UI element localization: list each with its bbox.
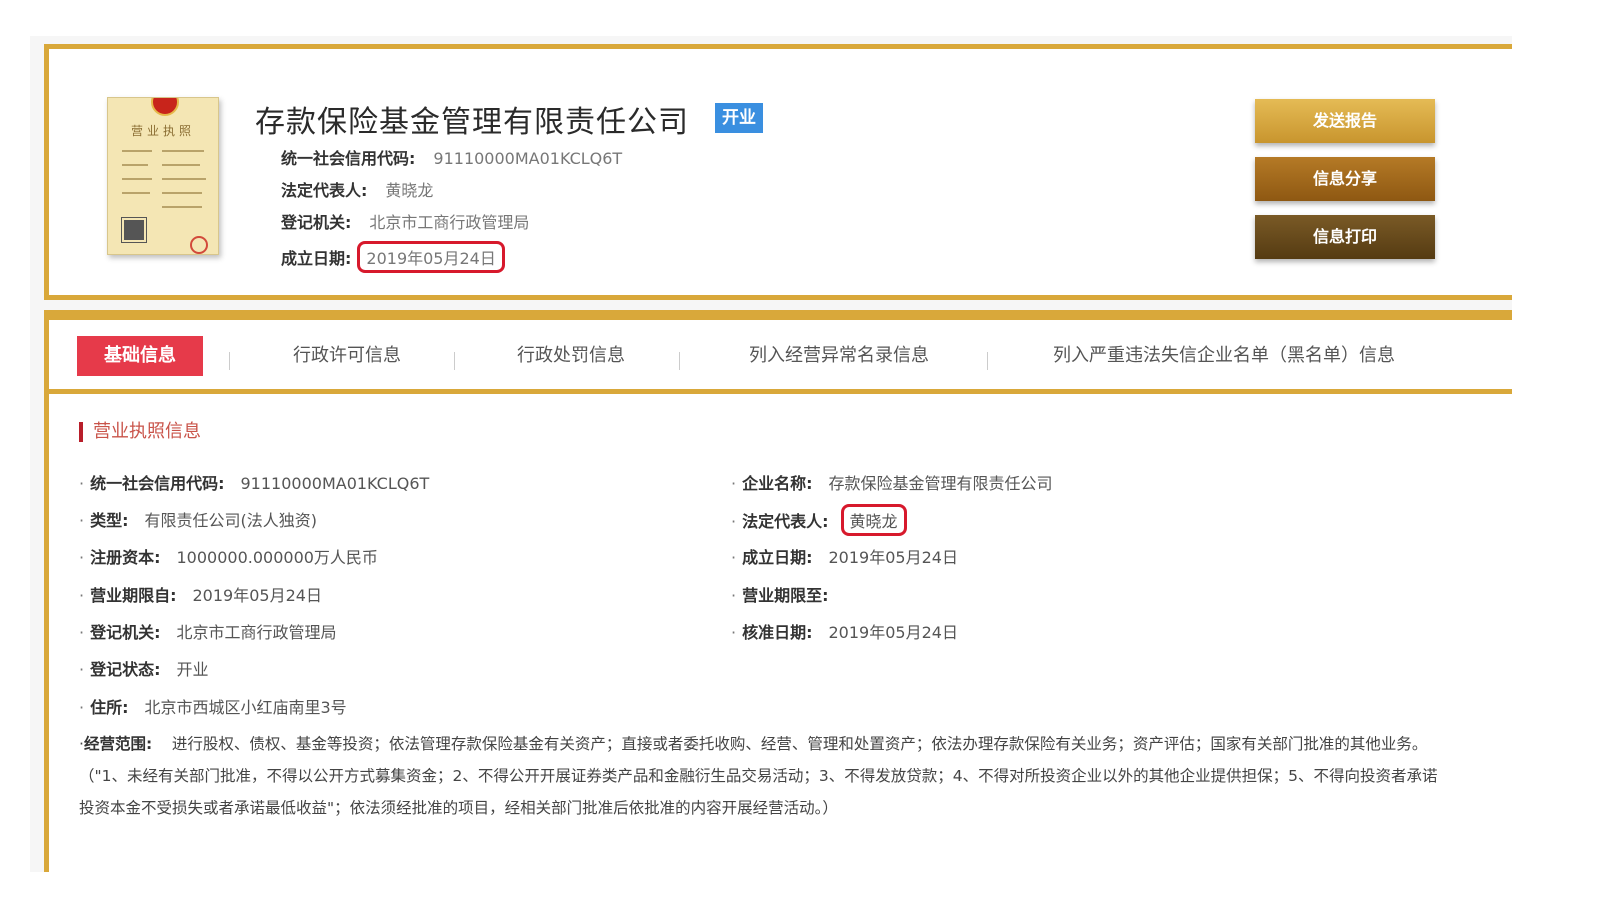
- summary-value: 北京市工商行政管理局: [369, 213, 530, 232]
- field-value: 北京市工商行政管理局: [176, 623, 337, 642]
- field-label: 营业期限至:: [742, 586, 829, 605]
- license-line: [162, 192, 202, 194]
- summary-registration-authority: 登记机关: 北京市工商行政管理局: [281, 209, 529, 233]
- tab-separator: [987, 352, 988, 370]
- summary-value: 91110000MA01KCLQ6T: [433, 149, 623, 168]
- bullet-icon: ·: [731, 586, 737, 605]
- summary-label: 成立日期:: [281, 249, 352, 268]
- field-label: 法定代表人:: [742, 512, 829, 531]
- field-credit-code: · 统一社会信用代码: 91110000MA01KCLQ6T: [79, 470, 429, 494]
- field-founding-date: · 成立日期: 2019年05月24日: [731, 544, 958, 568]
- bullet-icon: ·: [731, 474, 737, 493]
- field-term-from: · 营业期限自: 2019年05月24日: [79, 582, 322, 606]
- field-registration-status: · 登记状态: 开业: [79, 656, 209, 680]
- field-label: 经营范围:: [83, 735, 153, 753]
- field-label: 注册资本:: [90, 548, 161, 567]
- summary-label: 登记机关:: [281, 213, 352, 232]
- section-title: 营业执照信息: [79, 422, 201, 442]
- bullet-icon: ·: [731, 548, 737, 567]
- share-info-button[interactable]: 信息分享: [1255, 157, 1435, 201]
- tab-separator: [679, 352, 680, 370]
- field-label: 登记机关:: [90, 623, 161, 642]
- company-name: 存款保险基金管理有限责任公司: [255, 105, 689, 140]
- bullet-icon: ·: [731, 512, 737, 531]
- tab-abnormal-operation[interactable]: 列入经营异常名录信息: [709, 336, 969, 376]
- license-line: [162, 164, 200, 166]
- bullet-icon: ·: [79, 548, 85, 567]
- field-value: 进行股权、债权、基金等投资；依法管理存款保险基金有关资产；直接或者委托收购、经营…: [79, 735, 1438, 817]
- summary-label: 统一社会信用代码:: [281, 149, 416, 168]
- field-label: 成立日期:: [742, 548, 813, 567]
- field-term-to: · 营业期限至:: [731, 582, 845, 606]
- qr-code-icon: [121, 217, 147, 243]
- summary-legal-rep: 法定代表人: 黄晓龙: [281, 177, 433, 201]
- license-line: [162, 150, 204, 152]
- license-line: [122, 178, 152, 180]
- bullet-icon: ·: [79, 586, 85, 605]
- tab-separator: [454, 352, 455, 370]
- print-info-button[interactable]: 信息打印: [1255, 215, 1435, 259]
- field-label: 统一社会信用代码:: [90, 474, 225, 493]
- tab-basic-info[interactable]: 基础信息: [77, 336, 203, 376]
- summary-value-highlighted: 2019年05月24日: [357, 241, 505, 273]
- field-value: 2019年05月24日: [828, 623, 958, 642]
- field-label: 核准日期:: [742, 623, 813, 642]
- field-value: 2019年05月24日: [828, 548, 958, 567]
- tab-admin-license[interactable]: 行政许可信息: [255, 336, 439, 376]
- summary-credit-code: 统一社会信用代码: 91110000MA01KCLQ6T: [281, 145, 622, 169]
- field-value: 存款保险基金管理有限责任公司: [828, 474, 1053, 493]
- field-label: 企业名称:: [742, 474, 813, 493]
- summary-label: 法定代表人:: [281, 181, 368, 200]
- send-report-button[interactable]: 发送报告: [1255, 99, 1435, 143]
- field-address: · 住所: 北京市西城区小红庙南里3号: [79, 694, 347, 718]
- license-line: [122, 164, 148, 166]
- license-title: 营业执照: [130, 124, 195, 138]
- license-line: [122, 150, 152, 152]
- field-value: 2019年05月24日: [192, 586, 322, 605]
- bullet-icon: ·: [79, 698, 85, 717]
- tab-blacklist[interactable]: 列入严重违法失信企业名单（黑名单）信息: [1009, 336, 1439, 376]
- field-type: · 类型: 有限责任公司(法人独资): [79, 507, 317, 531]
- field-value: 91110000MA01KCLQ6T: [240, 474, 430, 493]
- field-registered-capital: · 注册资本: 1000000.000000万人民币: [79, 544, 378, 568]
- field-value: 1000000.000000万人民币: [176, 548, 378, 567]
- bullet-icon: ·: [79, 660, 85, 679]
- field-value: 开业: [176, 660, 209, 679]
- page: 营业执照 存款保险基金管理有限责任公司 开业 统一社会信用代码: 91110000…: [0, 0, 1599, 919]
- field-approval-date: · 核准日期: 2019年05月24日: [731, 619, 958, 643]
- tab-admin-penalty[interactable]: 行政处罚信息: [479, 336, 663, 376]
- business-license-image[interactable]: 营业执照: [107, 97, 219, 255]
- license-line: [162, 178, 206, 180]
- status-badge: 开业: [715, 103, 763, 133]
- field-value-highlighted: 黄晓龙: [840, 504, 907, 536]
- field-label: 类型:: [90, 511, 129, 530]
- field-value: 北京市西城区小红庙南里3号: [144, 698, 347, 717]
- field-registration-authority: · 登记机关: 北京市工商行政管理局: [79, 619, 337, 643]
- field-business-scope: ·经营范围: 进行股权、债权、基金等投资；依法管理存款保险基金有关资产；直接或者…: [79, 728, 1439, 824]
- field-legal-rep: · 法定代表人: 黄晓龙: [731, 504, 907, 536]
- bullet-icon: ·: [79, 474, 85, 493]
- bullet-icon: ·: [79, 511, 85, 530]
- bullet-icon: ·: [731, 623, 737, 642]
- license-line: [122, 192, 150, 194]
- tab-bar: 基础信息 行政许可信息 行政处罚信息 列入经营异常名录信息 列入严重违法失信企业…: [44, 310, 1512, 394]
- field-company-name: · 企业名称: 存款保险基金管理有限责任公司: [731, 470, 1053, 494]
- summary-founding-date: 成立日期: 2019年05月24日: [281, 241, 505, 273]
- official-seal-icon: [190, 236, 208, 254]
- license-line: [162, 206, 202, 208]
- field-label: 营业期限自:: [90, 586, 177, 605]
- national-emblem-icon: [151, 98, 179, 116]
- field-label: 住所:: [90, 698, 129, 717]
- bullet-icon: ·: [79, 623, 85, 642]
- license-details-panel: 营业执照信息 · 统一社会信用代码: 91110000MA01KCLQ6T · 类型:…: [44, 394, 1512, 872]
- company-card: 营业执照 存款保险基金管理有限责任公司 开业 统一社会信用代码: 91110000…: [44, 44, 1512, 300]
- field-label: 登记状态:: [90, 660, 161, 679]
- tab-separator: [229, 352, 230, 370]
- summary-value: 黄晓龙: [385, 181, 434, 200]
- field-value: 有限责任公司(法人独资): [144, 511, 318, 530]
